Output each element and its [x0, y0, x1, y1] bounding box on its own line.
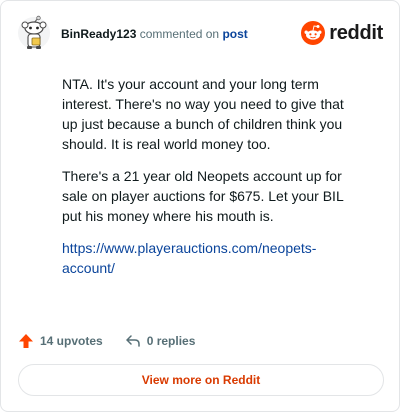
reply-count: 0 replies	[146, 334, 196, 348]
comment-actions: 14 upvotes 0 replies	[18, 331, 217, 351]
avatar[interactable]	[17, 15, 51, 51]
reddit-wordmark: reddit	[329, 21, 383, 44]
comment-body: NTA. It's your account and your long ter…	[62, 74, 352, 290]
comment-paragraph-2: There's a 21 year old Neopets account up…	[62, 168, 344, 224]
external-link[interactable]: https://www.playerauctions.com/neopets-a…	[62, 240, 316, 276]
post-link[interactable]: post	[222, 27, 247, 41]
username-link[interactable]: BinReady123	[61, 27, 136, 41]
upvote-button[interactable]: 14 upvotes	[18, 333, 103, 349]
reddit-logo-icon	[301, 21, 326, 45]
embedded-comment-card: BinReady123 commented on post reddit NTA…	[0, 0, 400, 412]
comment-link-paragraph: https://www.playerauctions.com/neopets-a…	[62, 238, 352, 278]
replies-button[interactable]: 0 replies	[125, 333, 196, 349]
view-more-button[interactable]: View more on Reddit	[18, 364, 384, 396]
avatar-snoo-icon	[18, 15, 50, 49]
comment-meta: BinReady123 commented on post	[61, 27, 248, 41]
upvote-count: 14 upvotes	[40, 334, 103, 348]
comment-paragraph-1: NTA. It's your account and your long ter…	[62, 76, 344, 152]
reply-arrow-icon	[125, 335, 140, 347]
action-text: commented on	[139, 27, 220, 41]
reddit-logo[interactable]: reddit	[301, 21, 383, 45]
comment-header: BinReady123 commented on post reddit	[17, 15, 383, 55]
upvote-arrow-icon	[19, 334, 33, 348]
